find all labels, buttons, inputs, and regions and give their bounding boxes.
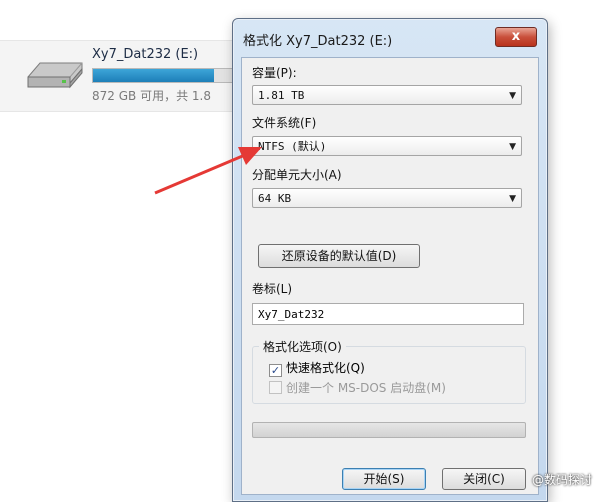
msdos-checkbox[interactable]: 创建一个 MS-DOS 启动盘(M) bbox=[269, 379, 446, 396]
dialog-title: 格式化 Xy7_Dat232 (E:) bbox=[243, 34, 393, 49]
filesystem-label: 文件系统(F) bbox=[252, 116, 317, 130]
hard-drive-icon bbox=[27, 62, 83, 89]
chevron-down-icon: ▼ bbox=[509, 91, 516, 101]
drive-usage-fill bbox=[93, 69, 214, 82]
msdos-label: 创建一个 MS-DOS 启动盘(M) bbox=[286, 381, 446, 395]
volume-label-input[interactable] bbox=[252, 303, 524, 325]
capacity-select[interactable]: 1.81 TB ▼ bbox=[252, 85, 522, 105]
checkbox-checked-icon[interactable]: ✓ bbox=[269, 364, 282, 377]
checkbox-unchecked-icon[interactable] bbox=[269, 381, 282, 394]
volume-label-label: 卷标(L) bbox=[252, 282, 293, 296]
filesystem-value: NTFS (默认) bbox=[258, 140, 327, 153]
format-dialog: 格式化 Xy7_Dat232 (E:) x 容量(P): 1.81 TB ▼ 文… bbox=[232, 18, 548, 502]
drive-usage-bar bbox=[92, 68, 236, 83]
capacity-label: 容量(P): bbox=[252, 66, 297, 80]
watermark: @数码探讨 bbox=[531, 473, 592, 487]
drive-space-text: 872 GB 可用，共 1.8 bbox=[92, 89, 211, 103]
drive-name: Xy7_Dat232 (E:) bbox=[92, 47, 199, 62]
start-button[interactable]: 开始(S) bbox=[342, 468, 426, 490]
format-options-title: 格式化选项(O) bbox=[259, 338, 346, 355]
format-progress-bar bbox=[252, 422, 526, 438]
dialog-content: 容量(P): 1.81 TB ▼ 文件系统(F) NTFS (默认) ▼ 分配单… bbox=[241, 57, 539, 495]
allocation-unit-value: 64 KB bbox=[258, 192, 292, 205]
chevron-down-icon: ▼ bbox=[509, 142, 516, 152]
drive-item[interactable]: Xy7_Dat232 (E:) 872 GB 可用，共 1.8 bbox=[0, 40, 236, 112]
allocation-unit-select[interactable]: 64 KB ▼ bbox=[252, 188, 522, 208]
close-icon[interactable]: x bbox=[495, 27, 537, 47]
filesystem-select[interactable]: NTFS (默认) ▼ bbox=[252, 136, 522, 156]
format-options-group: 格式化选项(O) ✓ 快速格式化(Q) 创建一个 MS-DOS 启动盘(M) bbox=[252, 338, 526, 404]
quick-format-label: 快速格式化(Q) bbox=[286, 361, 365, 375]
close-button[interactable]: 关闭(C) bbox=[442, 468, 526, 490]
capacity-value: 1.81 TB bbox=[258, 89, 305, 102]
quick-format-checkbox[interactable]: ✓ 快速格式化(Q) bbox=[269, 359, 365, 377]
allocation-unit-label: 分配单元大小(A) bbox=[252, 168, 342, 182]
chevron-down-icon: ▼ bbox=[509, 194, 516, 204]
restore-defaults-button[interactable]: 还原设备的默认值(D) bbox=[258, 244, 420, 268]
